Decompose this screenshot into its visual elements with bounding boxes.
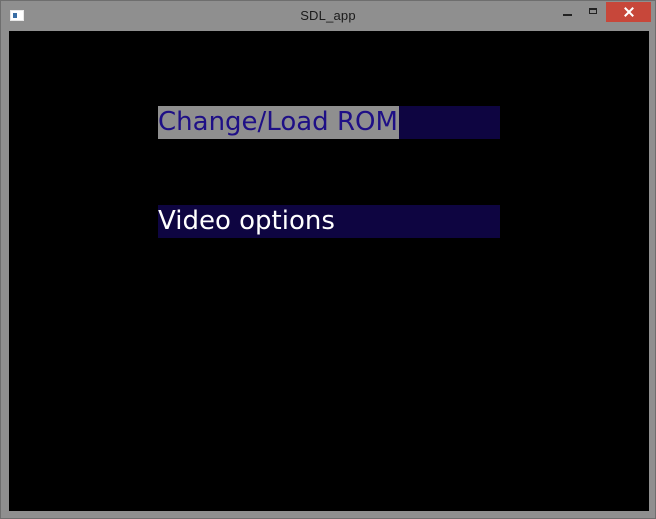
close-icon <box>624 7 634 17</box>
minimize-button[interactable] <box>554 2 580 22</box>
app-window: SDL_app Change/Load ROM Video options <box>0 0 656 519</box>
sdl-canvas[interactable]: Change/Load ROM Video options <box>9 31 649 511</box>
maximize-button[interactable] <box>580 2 606 22</box>
menu-item-label: Video options <box>158 206 335 236</box>
minimize-icon <box>562 14 572 16</box>
menu-item-video-options[interactable]: Video options <box>158 205 500 238</box>
title-bar[interactable]: SDL_app <box>1 1 655 31</box>
menu-item-label: Change/Load ROM <box>158 106 399 139</box>
menu-item-change-load-rom[interactable]: Change/Load ROM <box>158 106 500 139</box>
close-button[interactable] <box>606 2 651 22</box>
maximize-icon <box>589 8 597 14</box>
